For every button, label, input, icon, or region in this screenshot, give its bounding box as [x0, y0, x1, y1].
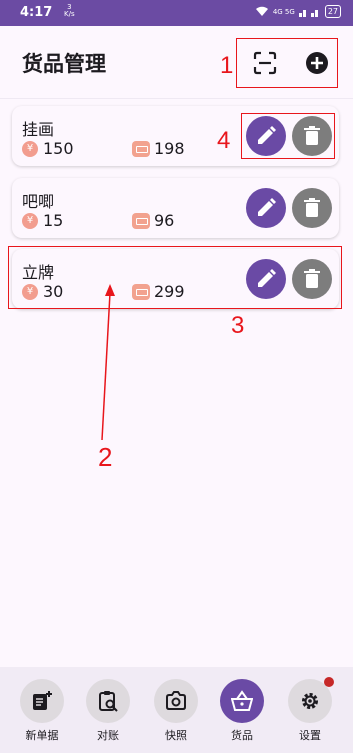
nav-goods[interactable]: 货品 [212, 679, 272, 743]
wifi-icon [255, 6, 268, 16]
pencil-icon [258, 198, 276, 216]
network-speed-unit: K/s [64, 10, 75, 18]
annotation-label-4: 4 [217, 127, 231, 154]
annotation-label-2: 2 [98, 442, 113, 472]
signal-text: 4G 5G [272, 7, 295, 16]
nav-reconcile[interactable]: 对账 [78, 679, 138, 743]
item-name: 挂画 [22, 120, 55, 139]
nav-snapshot-circle [154, 679, 198, 723]
annotation-label-3: 3 [231, 312, 245, 339]
nav-settings-circle [288, 677, 334, 723]
new-doc-icon [33, 691, 52, 710]
status-bar: 4:17 3 K/s 4G 5G 27 [0, 0, 353, 26]
nav-snapshot[interactable]: 快照 [146, 679, 206, 743]
price-icon: ¥ [22, 141, 38, 157]
signal-icon [298, 10, 318, 17]
item-card[interactable]: 吧唧 ¥ 15 96 [12, 178, 339, 238]
nav-new-doc-label: 新单据 [25, 729, 59, 742]
item-price: 15 [43, 211, 64, 230]
nav-settings[interactable]: 设置 [280, 677, 340, 743]
basket-icon [231, 690, 253, 711]
delete-button[interactable] [292, 188, 332, 228]
status-icons: 4G 5G 27 [255, 5, 341, 18]
item-price: 150 [43, 139, 74, 158]
nav-goods-label: 货品 [231, 729, 253, 742]
status-time: 4:17 [20, 5, 53, 20]
nav-settings-label: 设置 [299, 729, 321, 742]
battery-indicator: 27 [324, 5, 341, 18]
camera-icon [166, 691, 186, 710]
clipboard-search-icon [99, 691, 118, 712]
notification-badge [324, 677, 334, 687]
price-icon: ¥ [22, 213, 38, 229]
annotation-label-1: 1 [220, 52, 234, 79]
annotation-box-1 [236, 38, 338, 88]
nav-goods-circle [220, 679, 264, 723]
edit-button[interactable] [246, 188, 286, 228]
nav-new-doc-circle [20, 679, 64, 723]
network-speed: 3 K/s [64, 4, 75, 18]
page-title: 货品管理 [22, 52, 106, 76]
item-name: 吧唧 [22, 192, 55, 211]
stock-icon [132, 141, 150, 157]
nav-reconcile-label: 对账 [97, 729, 119, 742]
item-stock: 198 [154, 139, 185, 158]
bottom-navigation: 新单据 对账 快照 货品 设置 [0, 667, 353, 753]
annotation-box-3 [8, 246, 342, 309]
item-stock: 96 [154, 211, 175, 230]
nav-reconcile-circle [86, 679, 130, 723]
trash-icon [304, 198, 320, 217]
gear-icon [302, 693, 318, 709]
annotation-box-4 [241, 113, 335, 159]
nav-snapshot-label: 快照 [165, 729, 187, 742]
stock-icon [132, 213, 150, 229]
nav-new-doc[interactable]: 新单据 [12, 679, 72, 743]
